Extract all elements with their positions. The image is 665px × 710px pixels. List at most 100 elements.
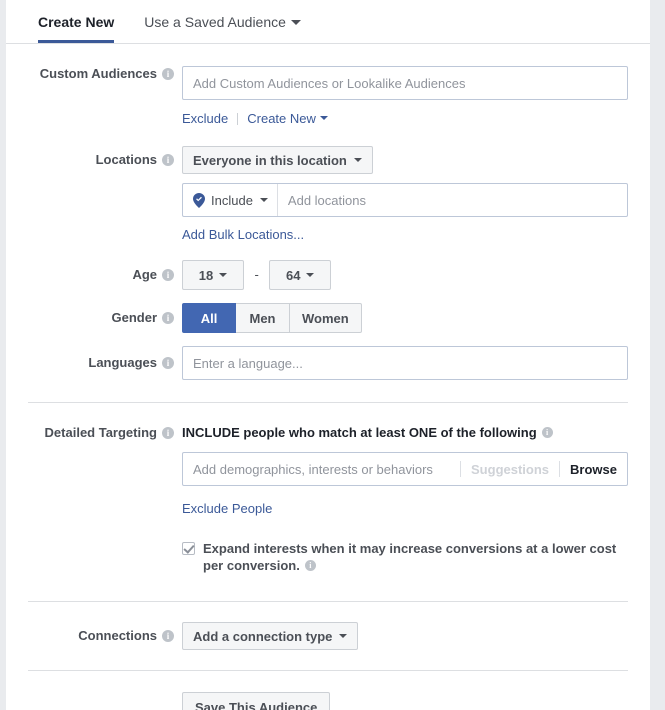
tab-create-new-label: Create New [38, 14, 115, 30]
gender-segmented-control: All Men Women [182, 303, 362, 333]
detailed-targeting-include-title: INCLUDE people who match at least ONE of… [182, 425, 537, 440]
chevron-down-icon [290, 19, 301, 25]
detailed-targeting-field: INCLUDE people who match at least ONE of… [182, 425, 650, 574]
info-icon[interactable]: i [162, 629, 174, 642]
location-scope-dropdown[interactable]: Everyone in this location [182, 146, 373, 174]
info-icon[interactable]: i [162, 153, 174, 166]
add-connection-type-dropdown[interactable]: Add a connection type [182, 622, 359, 650]
age-label-col: Age i [6, 260, 182, 283]
tab-use-saved-audience[interactable]: Use a Saved Audience [144, 0, 301, 42]
gender-option-women[interactable]: Women [290, 303, 362, 333]
expand-interests-row: Expand interests when it may increase co… [182, 540, 628, 574]
locations-label-col: Locations i [6, 146, 182, 168]
field-divider [460, 461, 462, 477]
custom-audiences-field: Add Custom Audiences or Lookalike Audien… [182, 66, 650, 128]
row-age: Age i 18 - 64 [6, 260, 650, 290]
age-max-dropdown[interactable]: 64 [269, 260, 332, 290]
gender-label-col: Gender i [6, 303, 182, 326]
audience-tab-bar: Create New Use a Saved Audience [6, 0, 650, 44]
row-custom-audiences: Custom Audiences i Add Custom Audiences o… [6, 66, 650, 128]
gender-option-men-label: Men [249, 310, 276, 326]
save-field: Save This Audience [182, 692, 650, 710]
connections-field: Add a connection type [182, 622, 650, 650]
gender-field: All Men Women [182, 303, 650, 333]
locations-bulk-row: Add Bulk Locations... [182, 226, 628, 244]
field-divider [559, 461, 561, 477]
gender-option-all[interactable]: All [182, 303, 236, 333]
row-detailed-targeting: Detailed Targeting i INCLUDE people who m… [6, 425, 650, 574]
suggestions-button[interactable]: Suggestions [471, 462, 549, 477]
location-scope-label: Everyone in this location [193, 152, 347, 168]
gender-option-men[interactable]: Men [236, 303, 290, 333]
row-languages: Languages i Enter a language... [6, 346, 650, 380]
row-locations: Locations i Everyone in this location In… [6, 146, 650, 244]
audience-form: Custom Audiences i Add Custom Audiences o… [6, 44, 650, 710]
divider-above-save [28, 670, 628, 671]
tab-use-saved-audience-label: Use a Saved Audience [144, 14, 286, 30]
chevron-down-icon [219, 273, 228, 277]
locations-combo: Include Add locations [182, 183, 628, 217]
connections-label: Connections [78, 628, 157, 643]
row-gender: Gender i All Men Women [6, 303, 650, 333]
age-min-dropdown[interactable]: 18 [182, 260, 244, 290]
detailed-targeting-label: Detailed Targeting [44, 425, 157, 440]
info-icon[interactable]: i [162, 311, 174, 324]
row-connections: Connections i Add a connection type [6, 622, 650, 650]
add-bulk-locations-link[interactable]: Add Bulk Locations... [182, 227, 304, 242]
row-save-audience: Save This Audience [6, 692, 650, 710]
chevron-down-icon [339, 634, 348, 638]
chevron-down-icon [259, 198, 268, 202]
info-icon[interactable]: i [162, 356, 174, 369]
detailed-targeting-include-title-row: INCLUDE people who match at least ONE of… [182, 425, 628, 441]
create-new-audience-link[interactable]: Create New [247, 111, 316, 126]
gender-option-women-label: Women [302, 310, 349, 326]
gender-label: Gender [111, 310, 157, 325]
age-min-value: 18 [198, 267, 214, 283]
locations-input[interactable]: Add locations [278, 184, 627, 216]
audience-targeting-page: Create New Use a Saved Audience Custom A… [0, 0, 665, 710]
chevron-down-icon [306, 273, 315, 277]
info-icon[interactable]: i [304, 560, 316, 572]
languages-field: Enter a language... [182, 346, 650, 380]
detailed-targeting-input-group: Add demographics, interests or behaviors… [182, 452, 628, 486]
exclude-audiences-link[interactable]: Exclude [182, 111, 228, 126]
languages-input[interactable]: Enter a language... [182, 346, 628, 380]
chevron-down-icon[interactable] [319, 115, 328, 120]
save-this-audience-label: Save This Audience [195, 699, 318, 710]
info-icon[interactable]: i [162, 67, 174, 80]
info-icon[interactable]: i [541, 427, 553, 439]
location-include-dropdown[interactable]: Include [183, 184, 278, 216]
gender-option-all-label: All [200, 310, 218, 326]
age-max-value: 64 [286, 267, 301, 283]
detailed-targeting-actions: Suggestions Browse [450, 453, 627, 485]
divider-above-connections [28, 601, 628, 602]
languages-label-col: Languages i [6, 346, 182, 371]
age-field: 18 - 64 [182, 260, 650, 290]
locations-placeholder: Add locations [287, 192, 366, 208]
link-divider [237, 113, 239, 125]
custom-audiences-placeholder: Add Custom Audiences or Lookalike Audien… [193, 75, 466, 91]
tab-create-new[interactable]: Create New [38, 0, 115, 43]
detailed-targeting-placeholder: Add demographics, interests or behaviors [193, 461, 433, 477]
locations-label: Locations [95, 152, 157, 167]
info-icon[interactable]: i [162, 426, 174, 439]
add-connection-type-label: Add a connection type [193, 628, 333, 644]
browse-button[interactable]: Browse [570, 462, 617, 477]
info-icon[interactable]: i [162, 268, 174, 281]
age-label: Age [132, 267, 157, 282]
languages-label: Languages [88, 355, 157, 370]
expand-interests-label: Expand interests when it may increase co… [203, 540, 627, 574]
custom-audiences-input[interactable]: Add Custom Audiences or Lookalike Audien… [182, 66, 628, 100]
expand-interests-checkbox[interactable] [182, 542, 195, 555]
connections-label-col: Connections i [6, 622, 182, 644]
languages-placeholder: Enter a language... [193, 355, 303, 371]
age-range-separator: - [254, 267, 259, 282]
expand-interests-text: Expand interests when it may increase co… [203, 541, 617, 573]
detailed-targeting-input[interactable]: Add demographics, interests or behaviors [183, 453, 450, 485]
location-pin-check-icon [193, 192, 205, 208]
custom-audiences-label-col: Custom Audiences i [6, 66, 182, 82]
save-this-audience-button[interactable]: Save This Audience [182, 692, 331, 710]
detailed-targeting-label-col: Detailed Targeting i [6, 425, 182, 441]
custom-audiences-links: Exclude Create New [182, 110, 628, 128]
exclude-people-link[interactable]: Exclude People [182, 501, 272, 516]
